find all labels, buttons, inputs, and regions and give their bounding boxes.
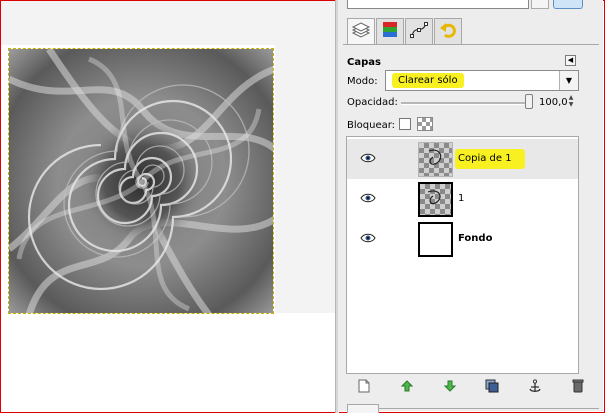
mode-value: Clarear sólo [398,75,458,86]
canvas-top-padding [1,1,335,45]
layer-name[interactable]: Copia de 1 [458,153,512,164]
top-blue-button[interactable] [553,0,583,9]
tab-undo-history[interactable] [434,18,462,44]
layer-thumbnail[interactable] [418,182,453,217]
dock-tabs [347,18,463,45]
swirl-image [9,49,273,313]
layer-row-copia-de-1[interactable]: Copia de 1 [347,139,578,179]
layer-name[interactable]: Fondo [458,233,492,244]
tab-layers[interactable] [347,18,375,45]
opacity-spin-arrows[interactable]: ▲ ▼ [567,94,575,109]
layer-row-fondo[interactable]: Fondo [347,219,578,259]
eye-icon[interactable] [360,192,376,204]
lower-layer-button[interactable] [442,379,458,395]
layers-dock: Capas ◀ Modo: Clarear sólo ▼ Opacidad: 1… [339,0,603,413]
lock-alpha-icon[interactable] [417,117,433,131]
layer-thumbnail[interactable] [418,142,453,177]
new-layer-icon [358,379,370,396]
delete-layer-button[interactable] [570,379,586,395]
opacity-slider-track[interactable] [401,102,531,105]
layer-name[interactable]: 1 [458,193,464,204]
delete-layer-icon [572,379,584,396]
layer-actions-bar [343,376,599,398]
mode-select[interactable]: Clarear sólo ▼ [385,70,579,91]
layer-thumbnail[interactable] [418,222,453,257]
duplicate-layer-button[interactable] [484,379,500,395]
anchor-layer-icon [528,378,542,396]
bottom-dock-tab[interactable] [347,404,379,413]
image-canvas[interactable] [8,48,274,314]
canvas-right-padding [275,45,335,313]
raise-layer-icon [400,379,414,395]
opacity-slider-handle[interactable] [525,94,533,109]
lock-label: Bloquear: [347,120,396,131]
image-canvas-area[interactable] [1,1,335,411]
triangle-left-icon: ◀ [567,56,574,64]
top-field[interactable] [347,0,529,9]
opacity-label: Opacidad: [347,97,398,108]
new-layer-button[interactable] [356,379,372,395]
opacity-value[interactable]: 100,0 [539,97,568,108]
undo-history-icon [438,21,458,42]
lock-pixels-checkbox[interactable] [399,118,411,130]
eye-icon[interactable] [360,152,376,164]
dialog-title: Capas [347,57,381,68]
tab-underline [343,44,599,45]
eye-icon[interactable] [360,232,376,244]
tab-channels[interactable] [376,18,404,44]
lower-layer-icon [443,380,456,395]
bottom-separator [379,408,599,409]
tab-menu-button[interactable]: ◀ [565,55,576,66]
layer-row-1[interactable]: 1 [347,179,578,219]
channels-icon [380,21,400,42]
raise-layer-button[interactable] [399,379,415,395]
duplicate-layer-icon [485,379,499,396]
layers-icon [351,21,371,43]
mode-label: Modo: [347,76,378,87]
layer-list[interactable]: Copia de 1 1 Fondo [346,136,579,374]
anchor-layer-button[interactable] [527,378,543,396]
paths-icon [409,21,429,42]
tab-paths[interactable] [405,18,433,44]
top-small-button[interactable] [531,0,549,9]
chevron-down-icon[interactable]: ▼ [559,71,578,90]
